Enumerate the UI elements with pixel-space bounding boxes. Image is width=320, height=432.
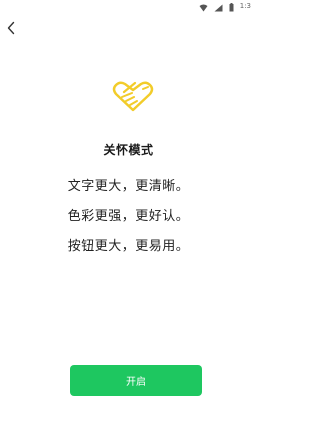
enable-button[interactable]: 开启 (70, 365, 202, 396)
battery-icon (229, 0, 234, 16)
status-time: 1:3 (239, 2, 251, 10)
signal-icon (214, 0, 223, 16)
feature-line-button: 按钮更大，更易用。 (67, 239, 190, 254)
handshake-icon (110, 79, 156, 113)
status-bar: 1:3 (0, 0, 257, 14)
status-icons: 1:3 (199, 2, 251, 12)
page-title: 关怀模式 (103, 143, 154, 157)
back-button[interactable] (0, 18, 22, 40)
wifi-icon (199, 0, 208, 16)
feature-list: 文字更大，更清晰。 色彩更强，更好认。 按钮更大，更易用。 (0, 172, 257, 262)
care-mode-screen: 1:3 关怀模式 文字更大，更清晰。 色彩更强，更好认。 按钮更大，更易用。 开… (0, 0, 257, 432)
feature-line-text: 文字更大，更清晰。 (67, 179, 190, 194)
chevron-left-icon (6, 20, 16, 39)
feature-line-color: 色彩更强，更好认。 (67, 209, 190, 224)
